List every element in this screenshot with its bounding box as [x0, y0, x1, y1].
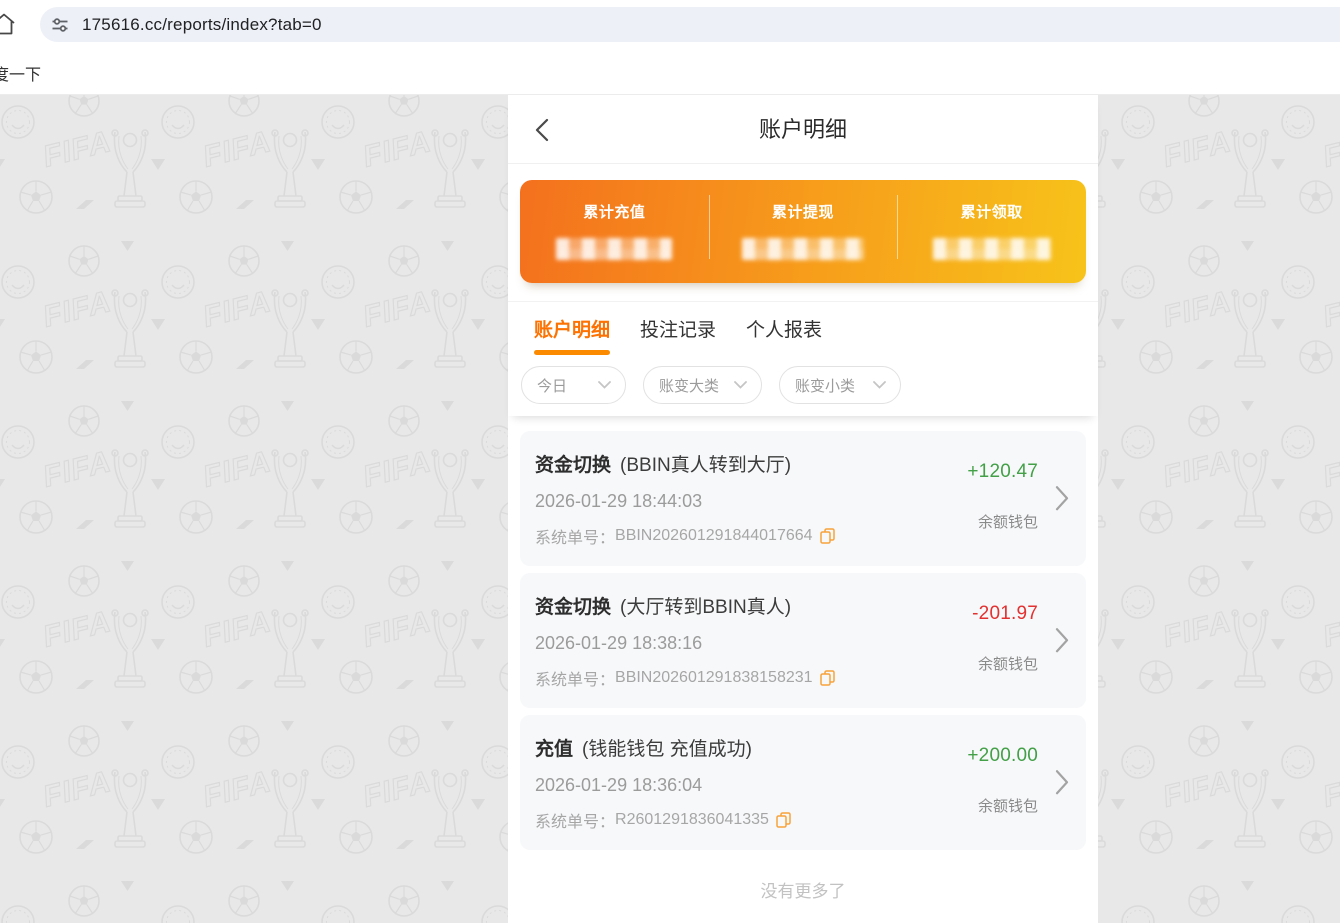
transaction-row[interactable]: 资金切换 (BBIN真人转到大厅) 2026-01-29 18:44:03 系统单…	[520, 431, 1086, 566]
filter-label: 今日	[537, 375, 567, 396]
address-bar[interactable]: 175616.cc/reports/index?tab=0	[40, 7, 1340, 42]
stat-label: 累计领取	[897, 201, 1086, 222]
bookmarks-bar: 度一下	[0, 48, 1340, 95]
order-label: 系统单号：	[535, 666, 615, 690]
copy-icon[interactable]	[776, 812, 791, 828]
stat-label: 累计充值	[520, 201, 709, 222]
filter-row: 今日 账变大类 账变小类	[508, 355, 1098, 404]
filter-minor-type-dropdown[interactable]: 账变小类	[779, 366, 901, 404]
transaction-amount: +200.00	[967, 745, 1038, 767]
transaction-amount-block: +120.47 余额钱包	[967, 461, 1038, 532]
transaction-title: 充值 (钱能钱包 充值成功)	[535, 734, 936, 761]
filter-label: 账变大类	[659, 375, 719, 396]
order-number: BBIN202601291838158231	[615, 669, 813, 687]
report-tabs: 账户明细 投注记录 个人报表	[508, 302, 1098, 355]
transaction-title: 资金切换 (大厅转到BBIN真人)	[535, 592, 936, 619]
wallet-label: 余额钱包	[967, 795, 1038, 816]
transaction-amount: +120.47	[967, 461, 1038, 483]
transaction-row[interactable]: 资金切换 (大厅转到BBIN真人) 2026-01-29 18:38:16 系统单…	[520, 573, 1086, 708]
order-label: 系统单号：	[535, 808, 615, 832]
tab-bet-records[interactable]: 投注记录	[640, 315, 716, 355]
transaction-note: (钱能钱包 充值成功)	[582, 739, 752, 760]
filter-major-type-dropdown[interactable]: 账变大类	[643, 366, 762, 404]
stat-total-withdraw: 累计提现	[709, 180, 898, 283]
account-report-panel: 账户明细 累计充值 累计提现 累计领取 账户明细 投注记录	[508, 95, 1098, 923]
order-number: BBIN202601291844017664	[615, 527, 813, 545]
transaction-order-line: 系统单号： BBIN202601291844017664	[535, 524, 936, 548]
stat-value-blurred	[742, 238, 864, 260]
transaction-amount: -201.97	[972, 603, 1038, 625]
chevron-right-icon[interactable]	[1055, 627, 1069, 653]
stat-total-deposit: 累计充值	[520, 180, 709, 283]
chevron-down-icon	[598, 381, 611, 389]
transaction-datetime: 2026-01-29 18:36:04	[535, 775, 936, 796]
transaction-type: 资金切换	[535, 455, 611, 476]
back-button[interactable]	[535, 118, 549, 142]
home-icon[interactable]	[0, 13, 16, 35]
order-number: R2601291836041335	[615, 811, 769, 829]
stat-label: 累计提现	[709, 201, 898, 222]
browser-toolbar: 175616.cc/reports/index?tab=0	[0, 0, 1340, 48]
filter-date-dropdown[interactable]: 今日	[521, 366, 626, 404]
stat-value-blurred	[556, 238, 672, 260]
title-bar: 账户明细	[508, 95, 1098, 164]
transaction-datetime: 2026-01-29 18:38:16	[535, 633, 936, 654]
chevron-right-icon[interactable]	[1055, 769, 1069, 795]
transaction-order-line: 系统单号： BBIN202601291838158231	[535, 666, 936, 690]
site-settings-icon[interactable]	[51, 16, 69, 34]
page-background: FIFA	[0, 95, 1340, 923]
stat-value-blurred	[933, 238, 1051, 260]
copy-icon[interactable]	[820, 528, 835, 544]
url-text[interactable]: 175616.cc/reports/index?tab=0	[82, 15, 322, 35]
chevron-down-icon	[873, 381, 886, 389]
report-header-section: 账户明细 累计充值 累计提现 累计领取 账户明细 投注记录	[508, 95, 1098, 416]
transaction-amount-block: +200.00 余额钱包	[967, 745, 1038, 816]
transaction-type: 资金切换	[535, 597, 611, 618]
transaction-note: (BBIN真人转到大厅)	[620, 455, 791, 476]
transaction-order-line: 系统单号： R2601291836041335	[535, 808, 936, 832]
stat-total-claimed: 累计领取	[897, 180, 1086, 283]
transaction-row[interactable]: 充值 (钱能钱包 充值成功) 2026-01-29 18:36:04 系统单号： …	[520, 715, 1086, 850]
list-end-text: 没有更多了	[520, 877, 1086, 902]
chevron-down-icon	[734, 381, 747, 389]
filter-label: 账变小类	[795, 375, 855, 396]
chevron-right-icon[interactable]	[1055, 485, 1069, 511]
page-title: 账户明细	[508, 95, 1098, 164]
summary-stats-card: 累计充值 累计提现 累计领取	[520, 180, 1086, 283]
copy-icon[interactable]	[820, 670, 835, 686]
tab-account-detail[interactable]: 账户明细	[534, 315, 610, 355]
wallet-label: 余额钱包	[972, 653, 1038, 674]
wallet-label: 余额钱包	[967, 511, 1038, 532]
transaction-note: (大厅转到BBIN真人)	[620, 597, 791, 618]
tab-personal-report[interactable]: 个人报表	[746, 315, 822, 355]
transaction-type: 充值	[535, 739, 573, 760]
transaction-title: 资金切换 (BBIN真人转到大厅)	[535, 450, 936, 477]
transaction-datetime: 2026-01-29 18:44:03	[535, 491, 936, 512]
transaction-list: 资金切换 (BBIN真人转到大厅) 2026-01-29 18:44:03 系统单…	[508, 416, 1098, 923]
bookmark-item[interactable]: 度一下	[0, 61, 41, 85]
transaction-amount-block: -201.97 余额钱包	[972, 603, 1038, 674]
order-label: 系统单号：	[535, 524, 615, 548]
